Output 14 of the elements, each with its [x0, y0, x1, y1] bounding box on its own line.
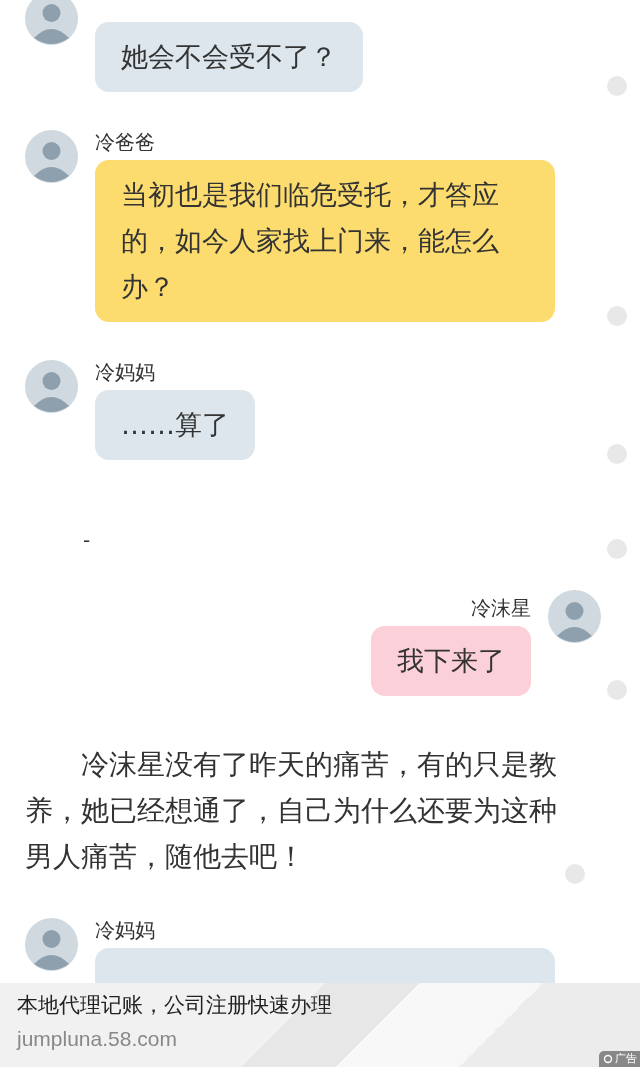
chat-bubble: 她会不会受不了？	[95, 22, 363, 92]
narration-paragraph: 冷沫星没有了昨天的痛苦，有的只是教养，她已经想通了，自己为什么还要为这种男人痛苦，随他去吧！	[24, 747, 558, 875]
sender-name: 冷爸爸	[95, 130, 155, 154]
separator-text: -	[82, 527, 91, 554]
chat-bubble: 我下来了	[371, 626, 531, 696]
chat-bubble: ……算了	[95, 390, 255, 460]
ad-badge: 广告	[599, 1051, 640, 1067]
sender-name: 冷妈妈	[95, 360, 155, 384]
sender-name: 冷沫星	[471, 596, 531, 620]
ad-url: jumpluna.58.com	[17, 1026, 177, 1052]
sender-name: 冷妈妈	[95, 918, 155, 942]
chat-bubble: 当初也是我们临危受托，才答应的，如今人家找上门来，能怎么办？	[95, 160, 555, 322]
ad-banner[interactable]: 本地代理记账，公司注册快速办理 jumpluna.58.com 广告	[0, 983, 640, 1067]
ad-title[interactable]: 本地代理记账，公司注册快速办理	[17, 991, 332, 1019]
